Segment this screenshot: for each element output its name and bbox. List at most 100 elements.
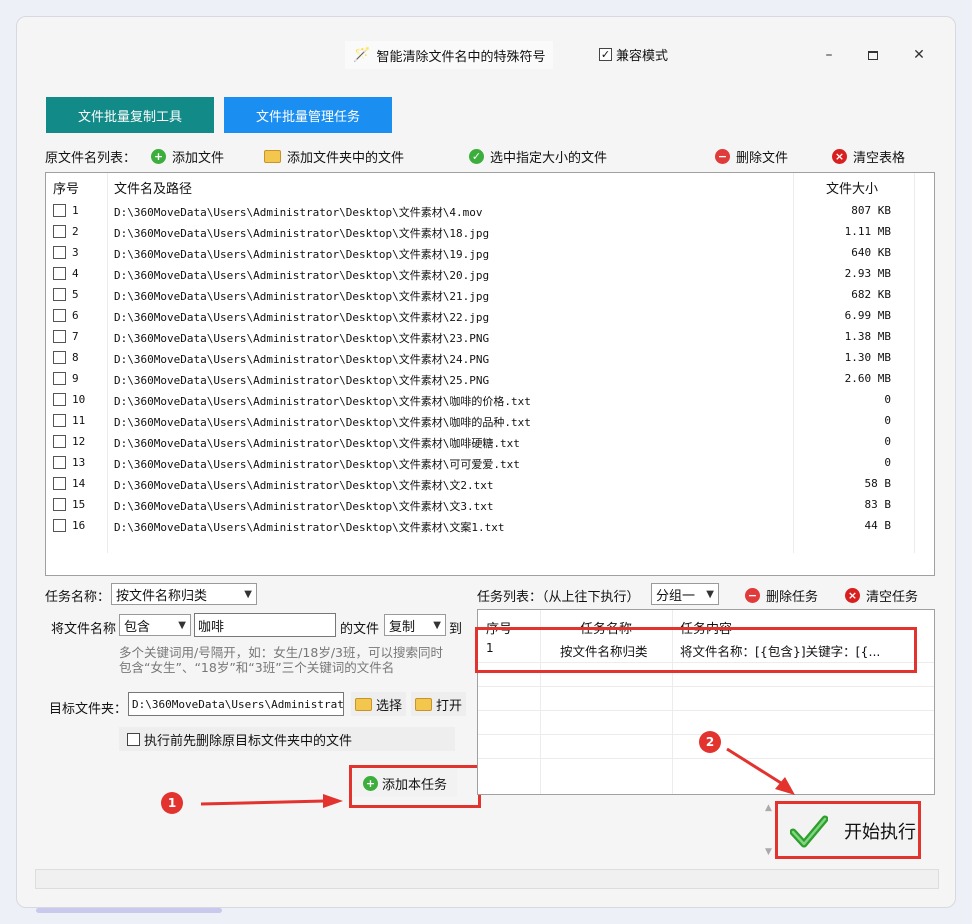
step-2-badge: 2 [699, 731, 721, 753]
task-name-select[interactable]: 按文件名称归类 ▼ [111, 583, 257, 605]
row-path: D:\360MoveData\Users\Administrator\Deskt… [114, 437, 520, 450]
row-checkbox[interactable] [53, 309, 66, 322]
table-row[interactable]: 14 D:\360MoveData\Users\Administrator\Des… [46, 473, 934, 494]
row-checkbox[interactable] [53, 477, 66, 490]
maximize-button[interactable] [863, 45, 883, 65]
minimize-button[interactable]: – [819, 45, 839, 65]
row-checkbox[interactable] [53, 414, 66, 427]
row-checkbox[interactable] [53, 246, 66, 259]
scroll-down-icon[interactable]: ▼ [765, 847, 772, 857]
table-row[interactable]: 13 D:\360MoveData\Users\Administrator\Des… [46, 452, 934, 473]
select-by-size-button[interactable]: ✓ 选中指定大小的文件 [469, 147, 607, 166]
table-row[interactable]: 4 D:\360MoveData\Users\Administrator\Desk… [46, 263, 934, 284]
row-index: 16 [72, 519, 86, 532]
row-size: 807 KB [851, 204, 891, 217]
row-size: 0 [884, 435, 891, 448]
row-checkbox[interactable] [53, 435, 66, 448]
row-checkbox[interactable] [53, 393, 66, 406]
app-window: 🪄 智能清除文件名中的特殊符号 ✓ 兼容模式 – ✕ 文件批量复制工具 文件批量… [16, 16, 956, 908]
checkbox-checked-icon: ✓ [599, 48, 612, 61]
row-path: D:\360MoveData\Users\Administrator\Deskt… [114, 248, 490, 261]
table-row[interactable]: 6 D:\360MoveData\Users\Administrator\Desk… [46, 305, 934, 326]
step-1-badge: 1 [161, 792, 183, 814]
file-list-header: 序号 文件名及路径 文件大小 [46, 173, 934, 199]
row-checkbox[interactable] [53, 519, 66, 532]
table-row[interactable]: 1 按文件名称归类 将文件名称：[{包含}]关键字：[{... [478, 636, 934, 662]
table-row[interactable]: 15 D:\360MoveData\Users\Administrator\Des… [46, 494, 934, 515]
row-checkbox[interactable] [53, 372, 66, 385]
tab-file-manage-task[interactable]: 文件批量管理任务 [224, 97, 392, 133]
clear-table-button[interactable]: × 清空表格 [832, 147, 905, 166]
delete-file-button[interactable]: − 删除文件 [715, 147, 788, 166]
row-path: D:\360MoveData\Users\Administrator\Deskt… [114, 269, 490, 282]
row-checkbox[interactable] [53, 498, 66, 511]
tab-file-copy-tool[interactable]: 文件批量复制工具 [46, 97, 214, 133]
target-folder-input[interactable]: D:\360MoveData\Users\Administrat [128, 692, 344, 716]
row-path: D:\360MoveData\Users\Administrator\Deskt… [114, 500, 494, 513]
folder-icon [355, 697, 372, 711]
row-size: 0 [884, 456, 891, 469]
open-folder-button[interactable]: 打开 [411, 692, 467, 716]
table-row[interactable]: 11 D:\360MoveData\Users\Administrator\Des… [46, 410, 934, 431]
table-row[interactable]: 16 D:\360MoveData\Users\Administrator\Des… [46, 515, 934, 536]
task-name-label: 任务名称： [45, 590, 111, 605]
table-row[interactable]: 8 D:\360MoveData\Users\Administrator\Desk… [46, 347, 934, 368]
match-mode-select[interactable]: 包含 ▼ [119, 614, 191, 636]
close-button[interactable]: ✕ [909, 45, 929, 65]
keyword-input[interactable]: 咖啡 [194, 613, 336, 637]
start-execute-button[interactable]: 开始执行 [777, 803, 921, 859]
rule-mid-label: 的文件 [340, 622, 380, 637]
maximize-icon [868, 50, 878, 60]
row-checkbox[interactable] [53, 330, 66, 343]
magic-wand-icon: 🪄 [353, 47, 371, 63]
table-row[interactable]: 3 D:\360MoveData\Users\Administrator\Desk… [46, 242, 934, 263]
minus-circle-icon: − [745, 588, 760, 603]
delete-before-checkbox[interactable]: 执行前先删除原目标文件夹中的文件 [119, 727, 455, 751]
file-list-table[interactable]: 序号 文件名及路径 文件大小 1 D:\360MoveData\Users\Adm… [45, 172, 935, 576]
row-size: 1.38 MB [844, 330, 891, 343]
scroll-up-icon[interactable]: ▲ [765, 803, 772, 813]
row-path: D:\360MoveData\Users\Administrator\Deskt… [114, 374, 490, 387]
col-header-size: 文件大小 [826, 182, 879, 197]
checkbox-unchecked-icon [127, 732, 140, 746]
table-row[interactable]: 9 D:\360MoveData\Users\Administrator\Desk… [46, 368, 934, 389]
row-index: 9 [72, 372, 79, 385]
row-checkbox[interactable] [53, 204, 66, 217]
add-file-button[interactable]: + 添加文件 [151, 147, 224, 166]
table-row[interactable]: 10 D:\360MoveData\Users\Administrator\Des… [46, 389, 934, 410]
clear-task-button[interactable]: × 清空任务 [845, 586, 918, 605]
row-index: 4 [72, 267, 79, 280]
col-header-index: 序号 [53, 182, 80, 197]
row-checkbox[interactable] [53, 267, 66, 280]
table-row[interactable]: 2 D:\360MoveData\Users\Administrator\Desk… [46, 221, 934, 242]
action-select[interactable]: 复制 ▼ [384, 614, 446, 636]
add-task-button[interactable]: + 添加本任务 [353, 769, 458, 797]
table-row[interactable]: 7 D:\360MoveData\Users\Administrator\Desk… [46, 326, 934, 347]
file-list-label: 原文件名列表： [45, 151, 137, 166]
add-folder-files-button[interactable]: 添加文件夹中的文件 [264, 147, 404, 166]
check-circle-icon: ✓ [469, 149, 484, 164]
keyword-hint: 多个关键词用/号隔开，如：女生/18岁/3班，可以搜索同时 包含“女生”、“18… [119, 645, 443, 675]
row-path: D:\360MoveData\Users\Administrator\Deskt… [114, 416, 531, 429]
row-checkbox[interactable] [53, 288, 66, 301]
row-size: 2.93 MB [844, 267, 891, 280]
row-checkbox[interactable] [53, 225, 66, 238]
row-size: 83 B [864, 498, 892, 511]
table-row[interactable]: 12 D:\360MoveData\Users\Administrator\Des… [46, 431, 934, 452]
row-path: D:\360MoveData\Users\Administrator\Deskt… [114, 311, 490, 324]
task-list-table[interactable]: 序号 任务名称 任务内容 1 按文件名称归类 将文件名称：[{包含}]关键字：[… [477, 609, 935, 795]
group-select[interactable]: 分组一 ▼ [651, 583, 719, 605]
folder-open-icon [415, 697, 432, 711]
delete-task-button[interactable]: − 删除任务 [745, 586, 818, 605]
row-path: D:\360MoveData\Users\Administrator\Deskt… [114, 290, 490, 303]
row-checkbox[interactable] [53, 351, 66, 364]
table-row[interactable]: 1 D:\360MoveData\Users\Administrator\Desk… [46, 200, 934, 221]
row-path: D:\360MoveData\Users\Administrator\Deskt… [114, 353, 490, 366]
choose-folder-button[interactable]: 选择 [351, 692, 407, 716]
row-checkbox[interactable] [53, 456, 66, 469]
table-row[interactable]: 5 D:\360MoveData\Users\Administrator\Desk… [46, 284, 934, 305]
rule-suffix-label: 到 [449, 622, 463, 637]
compat-mode-checkbox[interactable]: ✓ 兼容模式 [599, 45, 668, 64]
row-size: 1.11 MB [844, 225, 891, 238]
row-index: 2 [72, 225, 79, 238]
